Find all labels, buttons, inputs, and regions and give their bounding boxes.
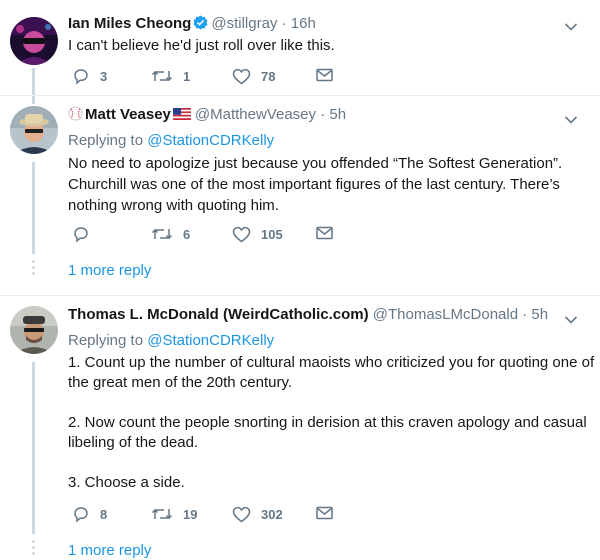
- tweet-text-line: [68, 393, 588, 413]
- tweet-text: 1. Count up the number of cultural maois…: [68, 353, 595, 493]
- thread-line: [32, 162, 35, 254]
- retweet-count: 6: [183, 226, 191, 242]
- us-flag-icon: [172, 107, 191, 124]
- tweet-text: I can't believe he'd just roll over like…: [68, 35, 588, 56]
- replying-to: Replying to @StationCDRKelly: [68, 132, 274, 149]
- thread-line: [32, 68, 35, 95]
- tweet-ian-miles-cheong[interactable]: Ian Miles Cheong @stillgray · 16h I can't…: [0, 0, 600, 95]
- tweet-text: No need to apologize just because you of…: [68, 153, 588, 216]
- tweet-text-line: nothing wrong with quoting him.: [68, 197, 279, 214]
- reply-button[interactable]: 3: [72, 68, 107, 85]
- direct-message-button[interactable]: [316, 226, 333, 240]
- tweet-text-line: I can't believe he'd just roll over like…: [68, 37, 335, 54]
- tweet-text-line: libeling of the dead.: [68, 434, 199, 451]
- thread-line: [32, 362, 35, 534]
- handle[interactable]: @ThomasLMcDonald: [373, 306, 518, 323]
- reply-icon: [72, 68, 90, 85]
- reply-button[interactable]: [72, 226, 90, 243]
- direct-message-button[interactable]: [316, 506, 333, 520]
- tweet-actions: 3 1 78: [68, 68, 348, 88]
- like-button[interactable]: 78: [232, 68, 275, 85]
- thread-dots: [32, 260, 35, 278]
- retweet-count: 19: [183, 506, 198, 522]
- like-button[interactable]: 105: [232, 226, 283, 243]
- separator-dot: ·: [522, 306, 528, 323]
- handle[interactable]: @stillgray: [211, 15, 277, 32]
- retweet-button[interactable]: 19: [151, 506, 197, 522]
- direct-message-button[interactable]: [316, 68, 333, 82]
- envelope-icon: [316, 226, 333, 240]
- retweet-button[interactable]: 6: [151, 226, 190, 242]
- tweet-text-line: 1. Count up the number of cultural maois…: [68, 354, 595, 371]
- replying-to-link[interactable]: @StationCDRKelly: [147, 332, 274, 349]
- avatar[interactable]: [10, 306, 58, 354]
- tweet-text-line: 2. Now count the people snorting in deri…: [68, 414, 587, 431]
- display-name[interactable]: Thomas L. McDonald (WeirdCatholic.com): [68, 306, 369, 323]
- replying-to-label: Replying to: [68, 132, 144, 149]
- tweet-header: Ian Miles Cheong @stillgray · 16h: [68, 15, 316, 34]
- separator-dot: ·: [281, 15, 287, 32]
- baseball-icon: [68, 106, 83, 125]
- tweet-text-line: the great men of the 20th century.: [68, 374, 293, 391]
- thread-line: [32, 96, 35, 104]
- retweet-button[interactable]: 1: [151, 68, 190, 84]
- verified-badge-icon: [193, 15, 208, 34]
- timestamp[interactable]: 5h: [329, 106, 346, 123]
- reply-count: 3: [100, 69, 108, 84]
- heart-icon: [232, 226, 251, 243]
- tweet-text-line: 3. Choose a side.: [68, 474, 185, 491]
- reply-icon: [72, 226, 90, 243]
- like-count: 78: [261, 69, 276, 84]
- tweet-header: Thomas L. McDonald (WeirdCatholic.com) @…: [68, 306, 548, 323]
- like-button[interactable]: 302: [232, 506, 283, 523]
- retweet-count: 1: [183, 68, 191, 84]
- tweet-header: Matt Veasey @MatthewVeasey · 5h: [68, 106, 346, 125]
- tweet-text-line: No need to apologize just because you of…: [68, 155, 563, 172]
- thread-dots: [32, 540, 35, 558]
- reply-count: 8: [100, 507, 108, 522]
- replying-to-link[interactable]: @StationCDRKelly: [147, 132, 274, 149]
- chevron-down-icon[interactable]: [564, 112, 578, 130]
- tweet-thomas-mcdonald[interactable]: Thomas L. McDonald (WeirdCatholic.com) @…: [0, 296, 600, 560]
- like-count: 105: [261, 227, 283, 242]
- handle[interactable]: @MatthewVeasey: [195, 106, 316, 123]
- like-count: 302: [261, 507, 283, 522]
- envelope-icon: [316, 68, 333, 82]
- more-replies-link[interactable]: 1 more reply: [68, 542, 151, 559]
- heart-icon: [232, 506, 251, 523]
- retweet-icon: [151, 506, 173, 522]
- tweet-matt-veasey[interactable]: Matt Veasey @MatthewVeasey · 5h Replying …: [0, 96, 600, 296]
- tweet-text-line: [68, 453, 588, 473]
- timestamp[interactable]: 16h: [291, 15, 316, 32]
- chevron-down-icon[interactable]: [564, 312, 578, 330]
- reply-button[interactable]: 8: [72, 506, 107, 523]
- retweet-icon: [151, 68, 173, 84]
- avatar[interactable]: [10, 17, 58, 65]
- display-name[interactable]: Matt Veasey: [85, 106, 171, 123]
- more-replies-link[interactable]: 1 more reply: [68, 262, 151, 279]
- replying-to: Replying to @StationCDRKelly: [68, 332, 274, 349]
- display-name[interactable]: Ian Miles Cheong: [68, 15, 191, 32]
- timestamp[interactable]: 5h: [531, 306, 548, 323]
- replying-to-label: Replying to: [68, 332, 144, 349]
- avatar[interactable]: [10, 106, 58, 154]
- reply-icon: [72, 506, 90, 523]
- tweet-actions: 8 19 302: [68, 506, 348, 526]
- tweet-text-line: Churchill was one of the most important …: [68, 176, 560, 193]
- retweet-icon: [151, 226, 173, 242]
- separator-dot: ·: [320, 106, 326, 123]
- envelope-icon: [316, 506, 333, 520]
- heart-icon: [232, 68, 251, 85]
- tweet-actions: 6 105: [68, 226, 348, 246]
